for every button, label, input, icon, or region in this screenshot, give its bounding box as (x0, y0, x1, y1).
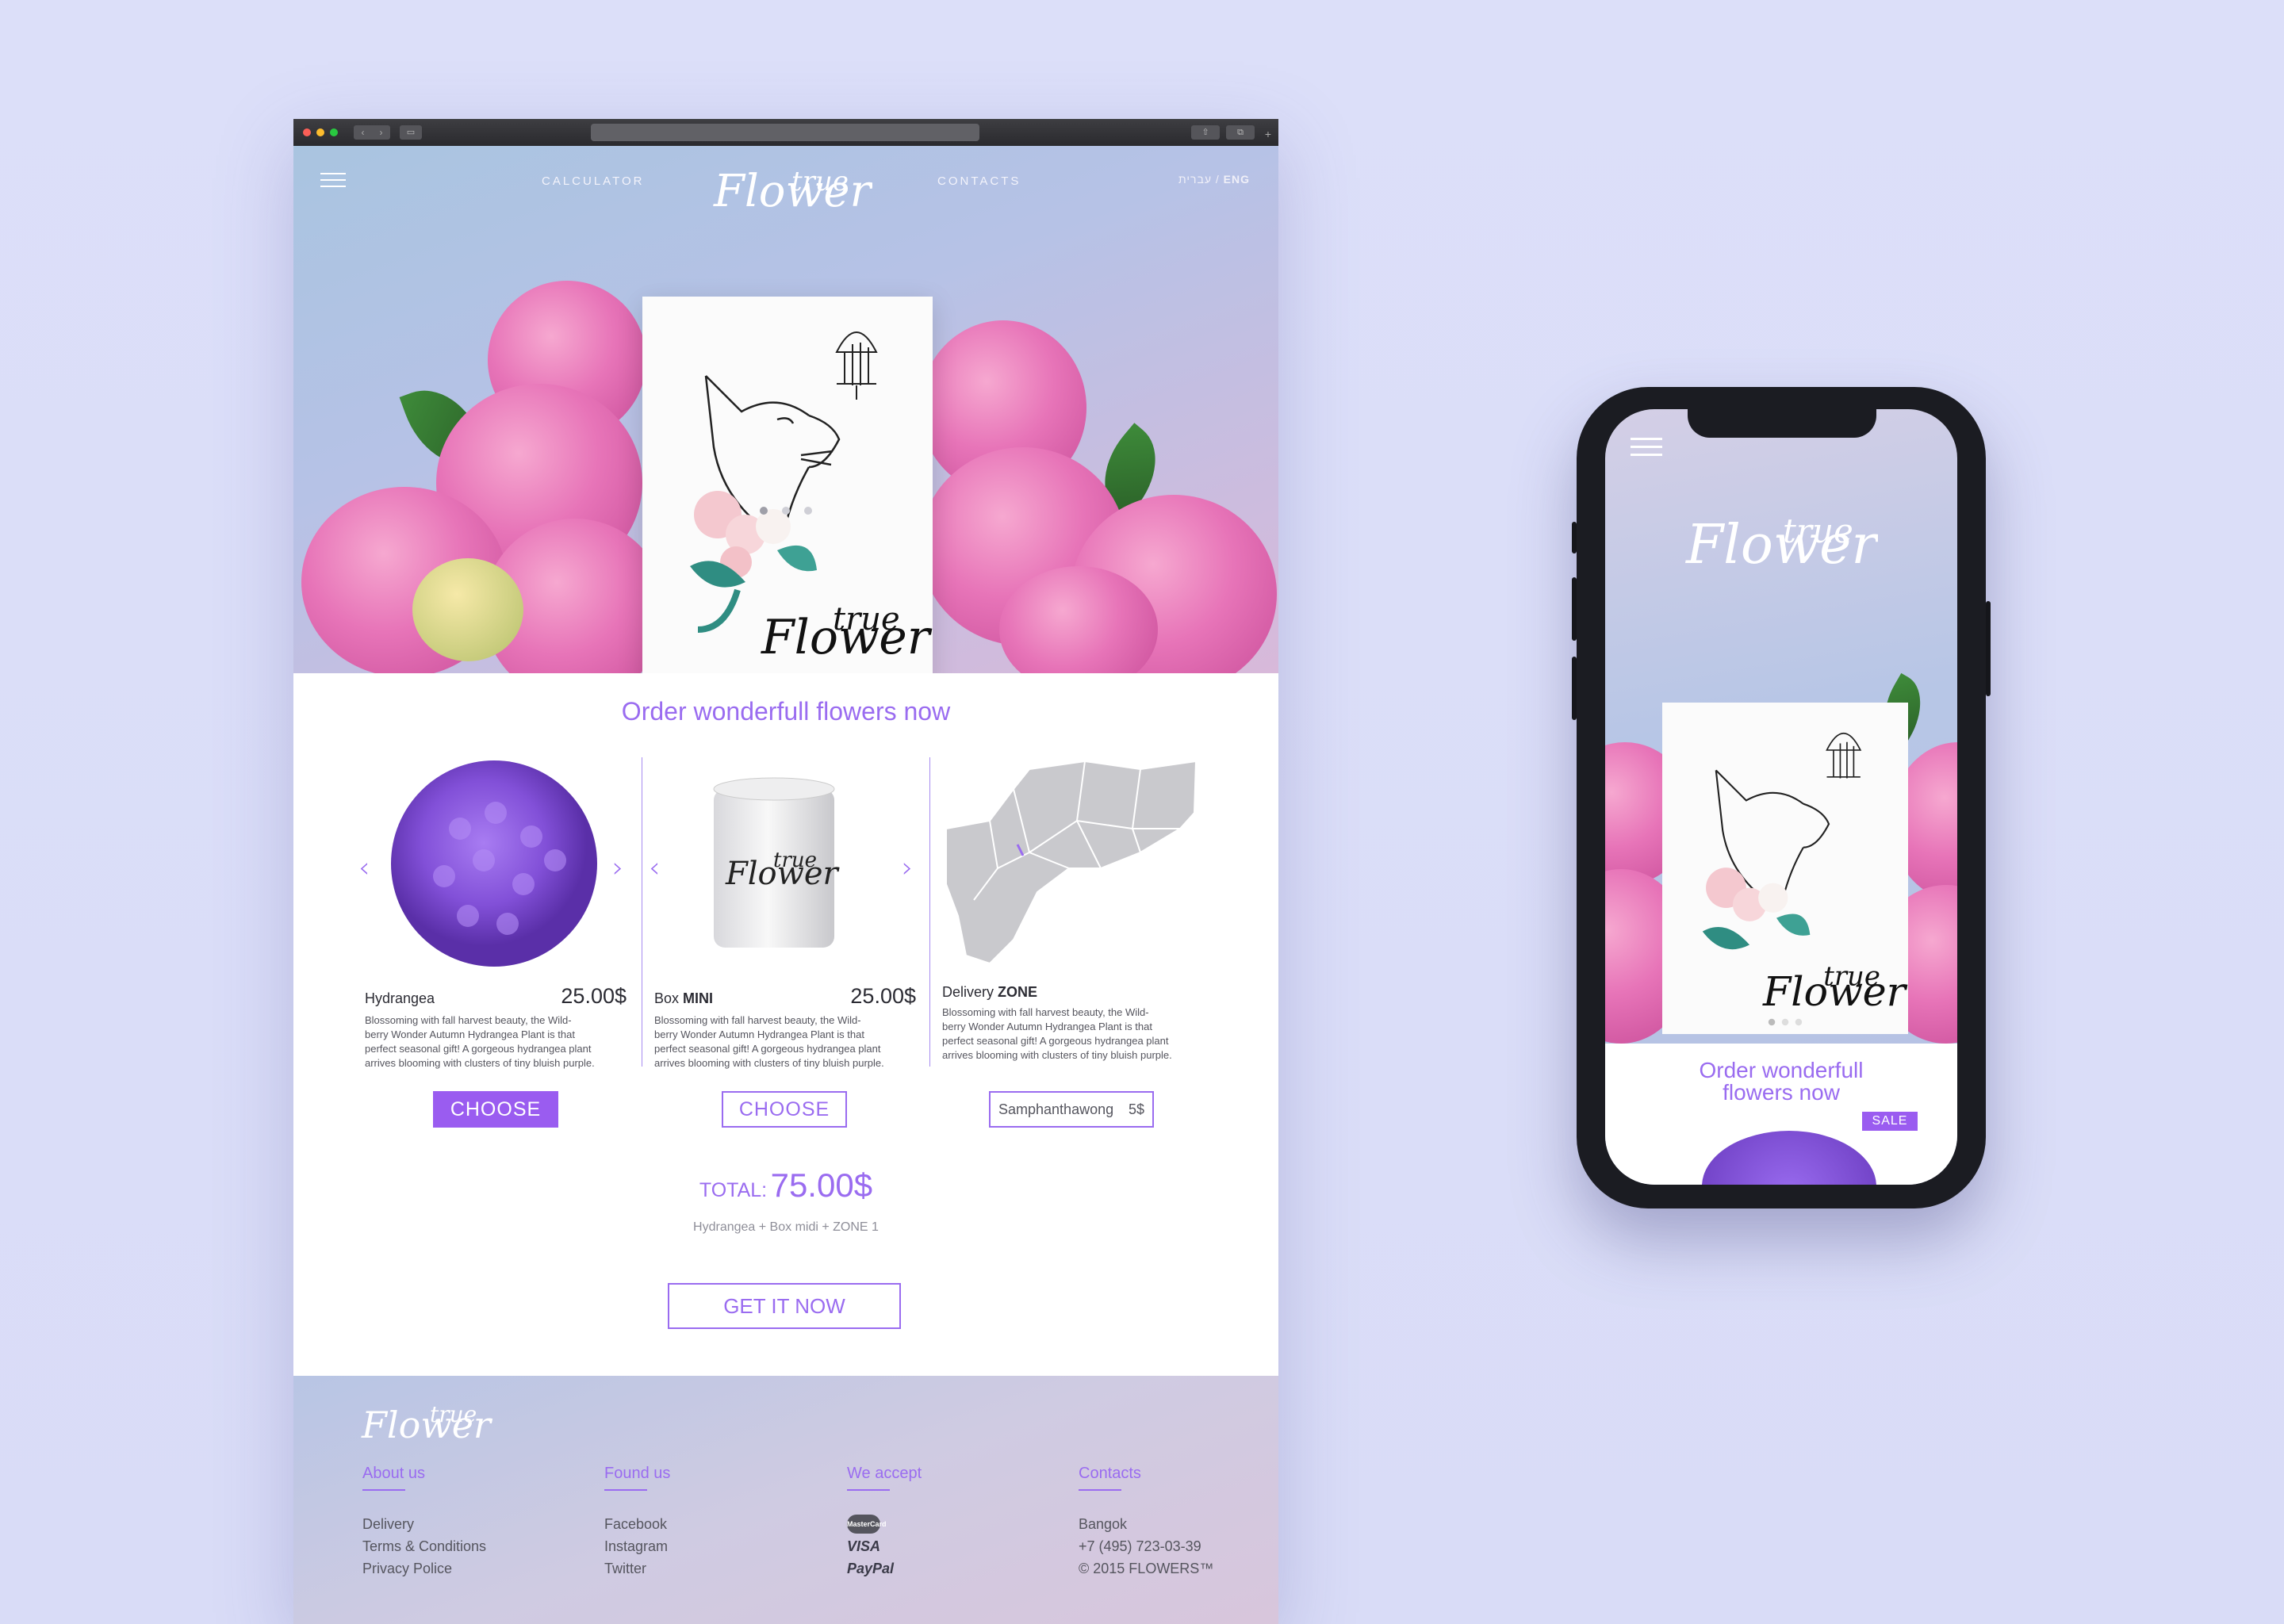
browser-titlebar: ‹ › ▭ ⇧ ⧉ + (293, 119, 1278, 146)
site-footer: Flower true About us Delivery Terms & Co… (293, 1376, 1278, 1624)
box-image: Flower true (654, 757, 916, 979)
total-value: 75.00$ (770, 1166, 873, 1204)
footer-about: About us Delivery Terms & Conditions Pri… (362, 1465, 486, 1580)
contact-city: Bangok (1079, 1516, 1128, 1532)
footer-link-delivery[interactable]: Delivery (362, 1513, 486, 1535)
product-box-mini: Flower true Box MINI 25.00$ Blossoming w… (654, 757, 916, 1071)
back-arrow-icon[interactable]: ‹ (362, 127, 365, 138)
order-section: Order wonderfull flowers now ‹ › ‹ › Hyd… (293, 673, 1278, 1376)
menu-icon[interactable] (320, 173, 346, 187)
delivery-zone-select[interactable]: Samphanthawong 5$ (989, 1091, 1154, 1128)
zone-select-value: Samphanthawong (998, 1101, 1114, 1117)
slider-dot[interactable] (760, 507, 768, 515)
paypal-icon: PayPal (847, 1561, 895, 1576)
window-controls (303, 128, 338, 136)
address-bar[interactable] (591, 124, 979, 141)
tabs-overview-icon[interactable]: ⧉ (1226, 125, 1255, 140)
footer-link-twitter[interactable]: Twitter (604, 1557, 670, 1580)
copyright: © 2015 FLOWERS™ (1079, 1561, 1214, 1576)
maximize-window-button[interactable] (330, 128, 338, 136)
sidebar-toggle-icon[interactable]: ▭ (400, 125, 422, 140)
site-logo[interactable]: Flower true (1680, 503, 1878, 582)
product-name: Box MINI (654, 990, 714, 1006)
close-window-button[interactable] (303, 128, 311, 136)
phone-order-title: Order wonderfull flowers now (1699, 1058, 1864, 1105)
svg-text:true: true (773, 848, 817, 872)
footer-heading: Contacts (1079, 1465, 1213, 1491)
product-name: Delivery ZONE (942, 984, 1038, 1000)
mastercard-icon: MasterCard (847, 1513, 922, 1535)
product-name: Hydrangea (365, 990, 435, 1006)
forward-arrow-icon[interactable]: › (380, 127, 383, 138)
hydrangea-image (365, 757, 627, 979)
nav-link-calculator[interactable]: CALCULATOR (542, 174, 644, 188)
footer-heading: Found us (604, 1465, 670, 1491)
phone-hero-card: Flower true (1662, 703, 1908, 1034)
order-title: Order wonderfull flowers now (621, 697, 951, 726)
footer-found: Found us Facebook Instagram Twitter (604, 1465, 670, 1580)
browser-window: ‹ › ▭ ⇧ ⧉ + CALCULATOR CONTACTS Flower tr… (293, 119, 1278, 1624)
product-description: Blossoming with fall harvest beauty, the… (365, 1014, 595, 1069)
contact-phone[interactable]: +7 (495) 723-03-39 (1079, 1535, 1213, 1557)
footer-payments: We accept MasterCard VISA PayPal (847, 1465, 922, 1580)
delivery-map[interactable] (942, 757, 1204, 979)
phone-notch (1688, 409, 1876, 438)
lang-hebrew[interactable]: עברית / (1178, 173, 1220, 186)
phone-screen: Flower true Flower true Order wonderfull… (1605, 409, 1957, 1185)
sale-badge: SALE (1862, 1112, 1918, 1131)
svg-text:true: true (791, 166, 849, 197)
phone-mockup: Flower true Flower true Order wonderfull… (1572, 387, 1991, 1208)
footer-link-facebook[interactable]: Facebook (604, 1513, 670, 1535)
footer-contacts: Contacts Bangok +7 (495) 723-03-39 © 201… (1079, 1465, 1213, 1580)
column-divider (929, 757, 930, 1067)
product-description: Blossoming with fall harvest beauty, the… (654, 1014, 884, 1069)
share-icon[interactable]: ⇧ (1191, 125, 1220, 140)
hero-banner: CALCULATOR CONTACTS Flower true עברית / … (293, 146, 1278, 673)
choose-box-button[interactable]: CHOOSE (722, 1091, 847, 1128)
cat-illustration-icon: Flower true (642, 297, 933, 673)
menu-icon[interactable] (1631, 438, 1662, 456)
svg-text:true: true (833, 601, 900, 638)
product-price: 25.00$ (850, 984, 916, 1008)
footer-link-terms[interactable]: Terms & Conditions (362, 1535, 486, 1557)
product-hydrangea: Hydrangea 25.00$ Blossoming with fall ha… (365, 757, 627, 1071)
total-label: TOTAL: (699, 1179, 768, 1201)
svg-text:true: true (1823, 960, 1880, 991)
svg-text:true: true (1783, 511, 1853, 550)
hero-card-cat-illustration: Flower true (642, 297, 933, 673)
delivery-zone: Delivery ZONE Blossoming with fall harve… (942, 757, 1204, 1063)
site-logo[interactable]: Flower true (706, 160, 872, 224)
new-tab-icon[interactable]: + (1261, 127, 1275, 141)
footer-link-privacy[interactable]: Privacy Police (362, 1557, 486, 1580)
get-it-now-button[interactable]: GET IT NOW (668, 1283, 901, 1329)
lang-english[interactable]: ENG (1224, 173, 1250, 186)
hero-slider-dots (293, 507, 1278, 515)
choose-hydrangea-button[interactable]: CHOOSE (433, 1091, 558, 1128)
total-summary: Hydrangea + Box midi + ZONE 1 (693, 1220, 879, 1234)
back-forward-buttons[interactable]: ‹ › (354, 125, 390, 140)
slider-dot[interactable] (804, 507, 812, 515)
svg-text:true: true (430, 1401, 477, 1427)
visa-icon: VISA (847, 1538, 881, 1554)
footer-heading: We accept (847, 1465, 922, 1491)
footer-logo[interactable]: Flower true (360, 1396, 495, 1447)
language-switcher[interactable]: עברית / ENG (1178, 173, 1250, 186)
product-description: Blossoming with fall harvest beauty, the… (942, 1006, 1172, 1061)
slider-dot[interactable] (782, 507, 790, 515)
zone-select-price: 5$ (1128, 1101, 1144, 1117)
minimize-window-button[interactable] (316, 128, 324, 136)
order-total: TOTAL: 75.00$ (293, 1166, 1278, 1205)
footer-link-instagram[interactable]: Instagram (604, 1535, 670, 1557)
footer-heading: About us (362, 1465, 486, 1491)
nav-link-contacts[interactable]: CONTACTS (937, 174, 1021, 188)
product-price: 25.00$ (561, 984, 627, 1008)
